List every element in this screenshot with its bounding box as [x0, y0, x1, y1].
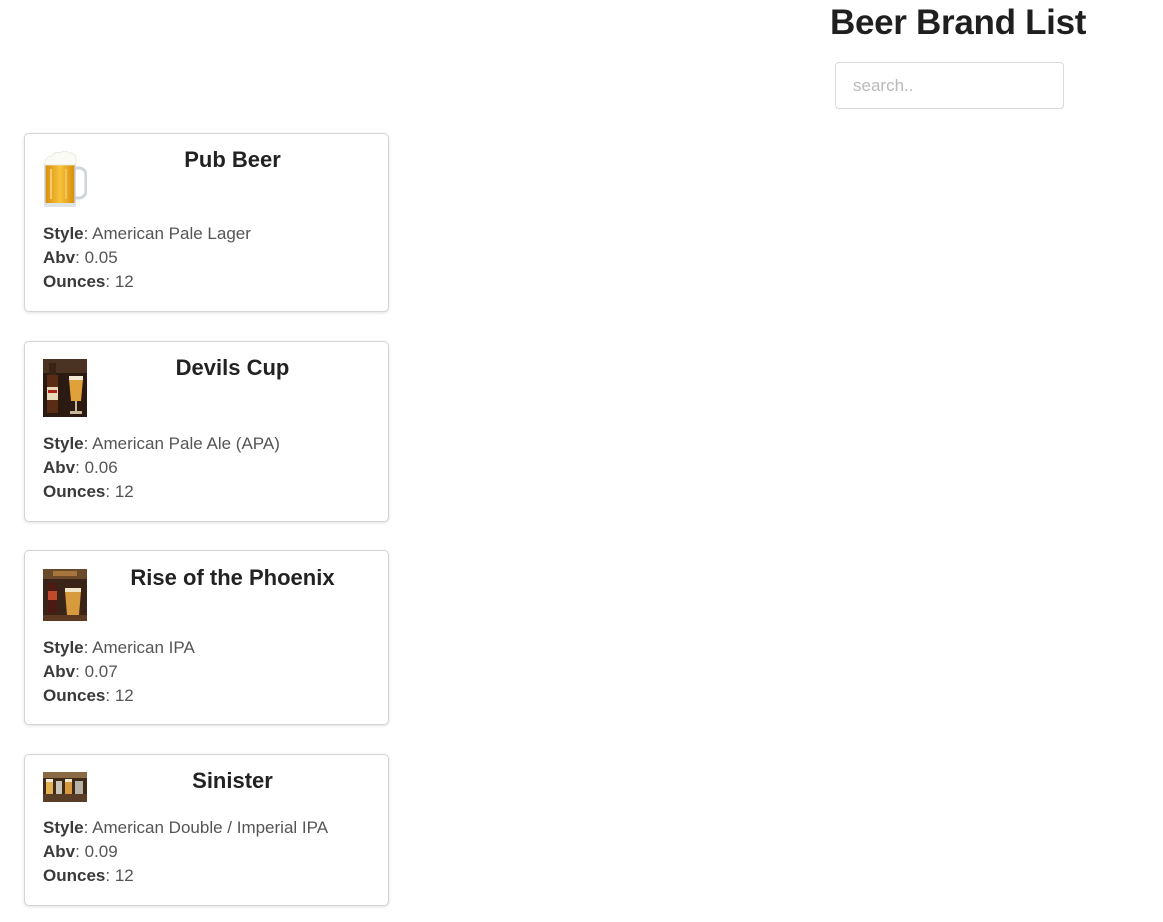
- ounces-value: 12: [114, 866, 134, 885]
- abv-label: Abv: [43, 842, 76, 861]
- abv-row: Abv: 0.06: [43, 456, 378, 480]
- label-separator: :: [105, 866, 115, 885]
- style-value: American IPA: [92, 638, 195, 657]
- style-row: Style: American Double / Imperial IPA: [43, 816, 378, 840]
- beer-bar-photo: [43, 772, 87, 802]
- abv-value: 0.05: [84, 248, 118, 267]
- ounces-label: Ounces: [43, 866, 106, 885]
- label-separator: :: [75, 662, 85, 681]
- beer-name: Sinister: [192, 768, 273, 793]
- beer-details: Style: American Pale Lager Abv: 0.05 Oun…: [43, 222, 378, 294]
- ounces-value: 12: [114, 686, 134, 705]
- beer-details: Style: American IPA Abv: 0.07 Ounces: 12: [43, 636, 378, 708]
- style-label: Style: [43, 818, 84, 837]
- ounces-value: 12: [114, 272, 134, 291]
- abv-row: Abv: 0.07: [43, 660, 378, 684]
- ounces-row: Ounces: 12: [43, 864, 378, 888]
- beer-card-rise-of-the-phoenix[interactable]: Rise of the Phoenix Style: American IPA …: [24, 550, 389, 725]
- beer-bottle-photo: [43, 359, 87, 417]
- label-separator: :: [83, 818, 93, 837]
- style-row: Style: American IPA: [43, 636, 378, 660]
- label-separator: :: [83, 638, 93, 657]
- style-value: American Double / Imperial IPA: [92, 818, 329, 837]
- label-separator: :: [75, 842, 85, 861]
- label-separator: :: [83, 224, 93, 243]
- abv-label: Abv: [43, 248, 76, 267]
- style-row: Style: American Pale Lager: [43, 222, 378, 246]
- label-separator: :: [105, 482, 115, 501]
- label-separator: :: [83, 434, 93, 453]
- ounces-label: Ounces: [43, 272, 106, 291]
- style-row: Style: American Pale Ale (APA): [43, 432, 378, 456]
- style-label: Style: [43, 434, 84, 453]
- beer-mug-icon: [43, 151, 87, 208]
- abv-value: 0.09: [84, 842, 118, 861]
- beer-card-devils-cup[interactable]: Devils Cup Style: American Pale Ale (APA…: [24, 341, 389, 522]
- label-separator: :: [75, 248, 85, 267]
- beer-name: Pub Beer: [184, 147, 281, 172]
- beer-glass-photo: [43, 569, 87, 621]
- page: Beer Brand List Pub Beer: [0, 0, 1163, 922]
- style-label: Style: [43, 224, 84, 243]
- ounces-value: 12: [114, 482, 134, 501]
- abv-label: Abv: [43, 458, 76, 477]
- page-title: Beer Brand List: [830, 3, 1087, 42]
- label-separator: :: [75, 458, 85, 477]
- ounces-row: Ounces: 12: [43, 480, 378, 504]
- style-value: American Pale Lager: [92, 224, 251, 243]
- style-value: American Pale Ale (APA): [92, 434, 280, 453]
- beer-name: Rise of the Phoenix: [130, 565, 335, 590]
- abv-label: Abv: [43, 662, 76, 681]
- ounces-row: Ounces: 12: [43, 684, 378, 708]
- beer-card-pub-beer[interactable]: Pub Beer Style: American Pale Lager Abv:…: [24, 133, 389, 312]
- beer-card-sinister[interactable]: Sinister Style: American Double / Imperi…: [24, 754, 389, 906]
- label-separator: :: [105, 686, 115, 705]
- style-label: Style: [43, 638, 84, 657]
- search-input[interactable]: [835, 62, 1064, 109]
- abv-row: Abv: 0.09: [43, 840, 378, 864]
- beer-details: Style: American Double / Imperial IPA Ab…: [43, 816, 378, 888]
- abv-value: 0.07: [84, 662, 118, 681]
- beer-details: Style: American Pale Ale (APA) Abv: 0.06…: [43, 432, 378, 504]
- ounces-label: Ounces: [43, 482, 106, 501]
- ounces-label: Ounces: [43, 686, 106, 705]
- label-separator: :: [105, 272, 115, 291]
- abv-row: Abv: 0.05: [43, 246, 378, 270]
- abv-value: 0.06: [84, 458, 118, 477]
- beer-name: Devils Cup: [175, 355, 290, 380]
- ounces-row: Ounces: 12: [43, 270, 378, 294]
